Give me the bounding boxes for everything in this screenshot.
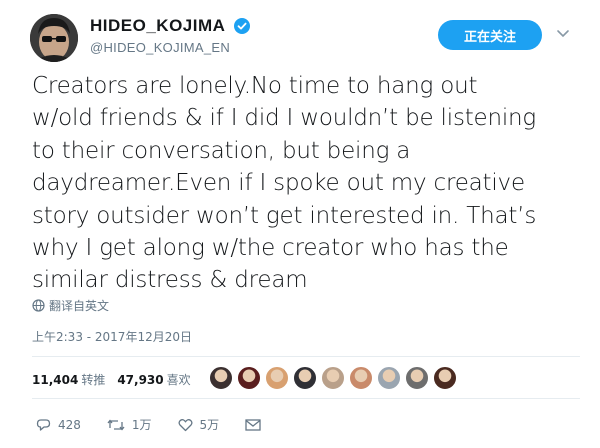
timestamp[interactable]: 上午2:33 - 2017年12月20日	[32, 328, 192, 345]
reply-icon	[36, 418, 51, 431]
tweet-text: Creators are lonely.No time to hang out …	[32, 70, 580, 297]
retweet-button[interactable]: 1万	[107, 416, 152, 433]
tweet-line: story outsider won’t get interested in. …	[32, 202, 537, 229]
chevron-down-icon[interactable]	[556, 28, 570, 38]
like-count: 5万	[199, 418, 220, 432]
tweet-line: Creators are lonely.No time to hang out	[32, 73, 478, 99]
handle[interactable]: @HIDEO_KOJIMA_EN	[90, 40, 250, 55]
like-button[interactable]: 5万	[178, 416, 220, 433]
liker-avatar[interactable]	[209, 366, 233, 390]
reply-button[interactable]: 428	[36, 418, 81, 432]
liker-avatar[interactable]	[377, 366, 401, 390]
message-button[interactable]	[245, 418, 268, 431]
verified-badge-icon	[233, 18, 250, 34]
following-button[interactable]: 正在关注	[438, 20, 542, 50]
engagement-stats: 11,404 转推 47,930 喜欢	[32, 371, 191, 388]
likes-count[interactable]: 47,930	[117, 373, 163, 387]
avatar[interactable]	[30, 14, 78, 62]
translate-link[interactable]: 翻译自英文	[32, 297, 109, 314]
divider	[32, 356, 580, 357]
translate-label: 翻译自英文	[49, 299, 110, 313]
envelope-icon	[245, 418, 261, 431]
liker-avatar[interactable]	[237, 366, 261, 390]
liker-avatar[interactable]	[293, 366, 317, 390]
author-info: HIDEO_KOJIMA @HIDEO_KOJIMA_EN	[90, 16, 250, 55]
heart-icon	[178, 418, 193, 431]
globe-icon	[32, 299, 45, 312]
retweets-label[interactable]: 转推	[81, 371, 105, 388]
avatar-image	[30, 14, 78, 62]
display-name[interactable]: HIDEO_KOJIMA	[90, 16, 225, 36]
reply-count: 428	[58, 417, 81, 432]
tweet-line: to their conversation, but being a	[32, 137, 411, 164]
liker-avatar[interactable]	[405, 366, 429, 390]
tweet-line: similar distress & dream	[32, 267, 308, 294]
liker-avatar[interactable]	[433, 366, 457, 390]
retweet-count: 1万	[131, 418, 152, 432]
retweet-icon	[107, 418, 125, 431]
liker-avatars	[209, 366, 461, 390]
action-bar: 428 1万 5万	[36, 416, 294, 433]
tweet-line: daydreamer.Even if I spoke out my creati…	[32, 170, 525, 197]
liker-avatar[interactable]	[321, 366, 345, 390]
liker-avatar[interactable]	[349, 366, 373, 390]
retweets-count[interactable]: 11,404	[32, 373, 78, 387]
tweet-line: why I get along w/the creator who has th…	[32, 235, 509, 262]
tweet-line: w/old friends & if I did I wouldn’t be l…	[32, 105, 537, 132]
liker-avatar[interactable]	[265, 366, 289, 390]
divider	[32, 398, 580, 399]
likes-label[interactable]: 喜欢	[167, 371, 191, 388]
